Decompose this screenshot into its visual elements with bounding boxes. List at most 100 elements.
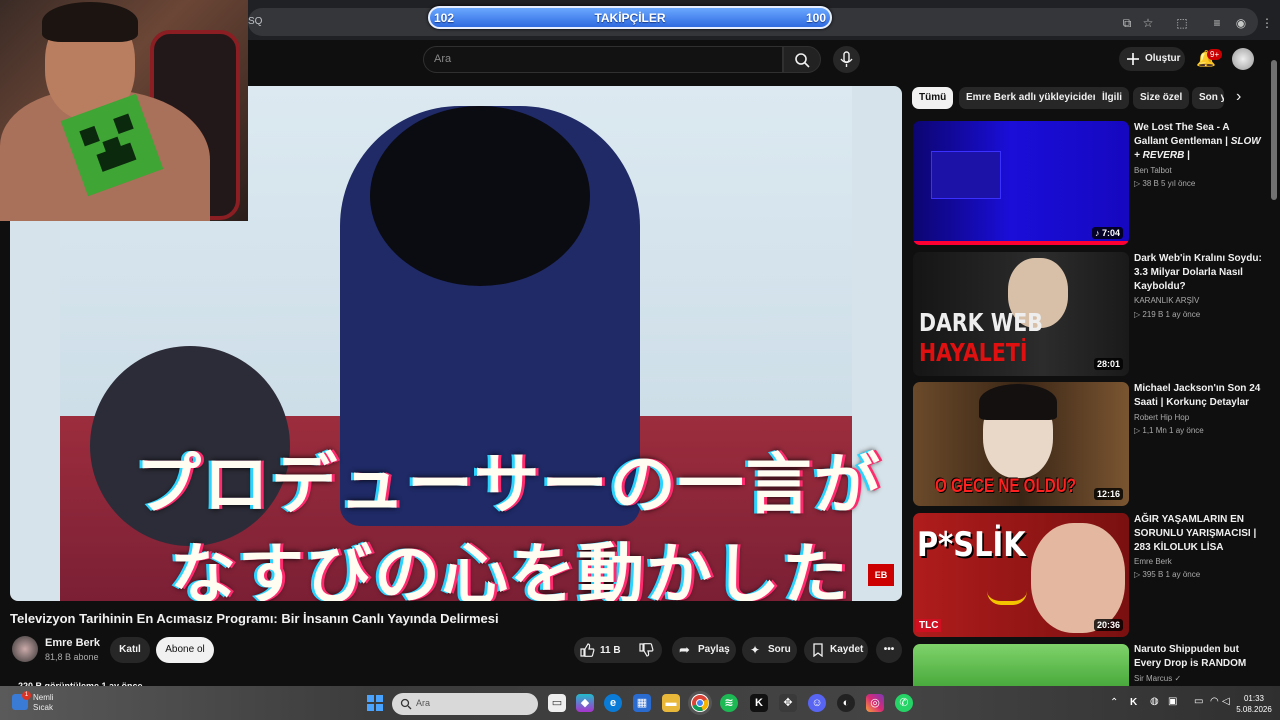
duration-badge: ♪ 7:04 [1091, 227, 1123, 239]
notification-badge: 9+ [1207, 49, 1223, 60]
volume-icon[interactable]: ◁ [1222, 696, 1230, 707]
webcam-overlay [0, 0, 248, 221]
related-thumb-2[interactable]: DARK WEB HAYALETİ 28:01 [913, 252, 1129, 376]
thumbs-down-icon[interactable] [638, 642, 654, 658]
related-thumb-1[interactable]: ♪ 7:04 [913, 121, 1129, 245]
search-input[interactable] [423, 46, 783, 73]
taskbar-clock[interactable]: 01:33 5.08.2026 [1234, 693, 1274, 715]
save-label: Kaydet [830, 644, 864, 655]
whatsapp-icon[interactable]: ✆ [895, 694, 913, 712]
follower-right-count: 100 [805, 11, 826, 25]
related-channel-4[interactable]: Emre Berk [1134, 557, 1172, 566]
subscribe-button[interactable]: Abone ol [156, 637, 214, 663]
thumbs-up-icon[interactable] [579, 642, 595, 658]
thumb-shape [931, 151, 1001, 199]
instagram-icon[interactable]: ◎ [866, 694, 884, 712]
reading-list-icon[interactable]: ≡ [1210, 16, 1224, 30]
related-thumb-3[interactable]: O GECE NE OLDU? 12:16 [913, 382, 1129, 506]
related-channel-2[interactable]: KARANLIK ARŞİV [1134, 296, 1199, 305]
related-meta-4: ▷ 395 B 1 ay önce [1134, 570, 1201, 579]
save-button[interactable]: Kaydet [804, 637, 868, 663]
chip-all[interactable]: Tümü [912, 87, 954, 109]
voice-search-button[interactable] [833, 46, 860, 73]
chip-for-you[interactable]: Size özel [1133, 87, 1190, 109]
battery-icon[interactable]: ▭ [1194, 696, 1203, 707]
related-channel-5[interactable]: Sir Marcus ✓ [1134, 674, 1181, 683]
video-title: Televizyon Tarihinin En Acımasız Program… [10, 611, 499, 626]
webcam-hair [42, 2, 138, 42]
store-icon[interactable]: ▦ [633, 694, 651, 712]
related-channel-3[interactable]: Robert Hip Hop [1134, 413, 1189, 422]
related-thumb-4[interactable]: P*SLİK TLC 20:36 [913, 513, 1129, 637]
copilot-icon[interactable]: ◆ [576, 694, 594, 712]
obs-icon[interactable]: ◐ [837, 694, 855, 712]
related-title-4[interactable]: AĞIR YAŞAMLARIN EN SORUNLU YARIŞMACISI |… [1134, 513, 1264, 555]
related-meta-2: ▷ 219 B 1 ay önce [1134, 310, 1201, 319]
channel-name[interactable]: Emre Berk [45, 637, 100, 649]
channel-avatar[interactable] [12, 636, 38, 662]
more-dots-icon: ••• [883, 644, 895, 655]
related-title-3[interactable]: Michael Jackson'ın Son 24 Saati | Korkun… [1134, 382, 1264, 410]
ask-button[interactable]: ✦ Soru [742, 637, 797, 663]
duration-badge: 28:01 [1093, 358, 1123, 370]
windows-start-icon[interactable] [366, 694, 384, 712]
weather-widget[interactable]: Nemli Sıcak [33, 693, 53, 713]
app-icon[interactable]: ✥ [779, 694, 797, 712]
tray-chevron-icon[interactable]: ⌃ [1110, 697, 1118, 708]
wifi-icon[interactable]: ◠ [1210, 696, 1219, 707]
share-icon: ➦ [679, 642, 690, 657]
create-label: Oluştur [1145, 53, 1181, 64]
plus-icon [1127, 53, 1139, 65]
tlc-logo: TLC [916, 619, 942, 632]
tray-kick-icon[interactable]: K [1130, 697, 1137, 708]
tray-icon[interactable]: ▣ [1168, 696, 1177, 707]
account-avatar[interactable] [1232, 48, 1254, 70]
chrome-icon[interactable] [691, 694, 709, 712]
channel-watermark-icon: EB [868, 564, 894, 586]
arrow-icon [987, 591, 1027, 605]
edge-icon[interactable]: e [604, 694, 622, 712]
share-button[interactable]: ➦ Paylaş [672, 637, 736, 663]
related-title-2[interactable]: Dark Web'in Kralını Soydu: 3.3 Milyar Do… [1134, 252, 1264, 294]
related-channel-1[interactable]: Ben Talbot [1134, 166, 1172, 175]
menu-dots-icon[interactable]: ⋮ [1260, 16, 1274, 30]
discord-icon[interactable]: ☺ [808, 694, 826, 712]
thumb-text-1: O GECE NE OLDU? [935, 476, 1077, 497]
create-button[interactable]: Oluştur [1119, 47, 1185, 71]
tray-app-icon[interactable]: ◍ [1150, 696, 1159, 707]
video-caption-line2: なすびの心を動かした [170, 536, 850, 601]
duration-badge: 20:36 [1093, 619, 1123, 631]
search-button[interactable] [783, 46, 821, 73]
related-title-5[interactable]: Naruto Shippuden but Every Drop is RANDO… [1134, 643, 1264, 671]
address-url[interactable]: SQ [248, 16, 262, 27]
bookmark-icon [813, 643, 823, 657]
chip-from-uploader[interactable]: Emre Berk adlı yükleyiciden [959, 87, 1106, 109]
related-thumb-5[interactable] [913, 644, 1129, 688]
profile-icon[interactable]: ◉ [1234, 16, 1248, 30]
video-frame-hair [370, 106, 590, 286]
join-button[interactable]: Katıl [110, 637, 150, 663]
chevron-right-icon[interactable]: › [1236, 88, 1241, 106]
sparkle-icon: ✦ [750, 643, 761, 657]
like-count[interactable]: 11 B [600, 645, 621, 656]
weather-badge: 1 [22, 691, 31, 700]
taskbar-search-input[interactable]: Ara [392, 693, 538, 715]
task-view-icon[interactable]: ▭ [548, 694, 566, 712]
share-label: Paylaş [698, 644, 730, 655]
thumb-text-1: P*SLİK [917, 525, 1026, 565]
chip-related[interactable]: İlgili [1095, 87, 1129, 109]
more-actions-button[interactable]: ••• [876, 637, 902, 663]
page-scrollbar[interactable] [1271, 60, 1277, 200]
kick-icon[interactable]: K [750, 694, 768, 712]
thumb-text-1: DARK WEB [919, 308, 1043, 337]
file-explorer-icon[interactable]: ▬ [662, 694, 680, 712]
spotify-icon[interactable]: ≋ [720, 694, 738, 712]
extensions-icon[interactable]: ⬚ [1175, 16, 1189, 30]
follower-label: TAKİPÇİLER [594, 11, 666, 25]
related-title-1[interactable]: We Lost The Sea - A Gallant Gentleman | … [1134, 121, 1264, 163]
ask-label: Soru [768, 644, 791, 655]
cast-icon[interactable]: ⧉ [1120, 16, 1134, 30]
bookmark-star-icon[interactable]: ☆ [1141, 16, 1155, 30]
thumb-hair [979, 384, 1057, 420]
chip-recent[interactable]: Son y [1192, 87, 1224, 109]
